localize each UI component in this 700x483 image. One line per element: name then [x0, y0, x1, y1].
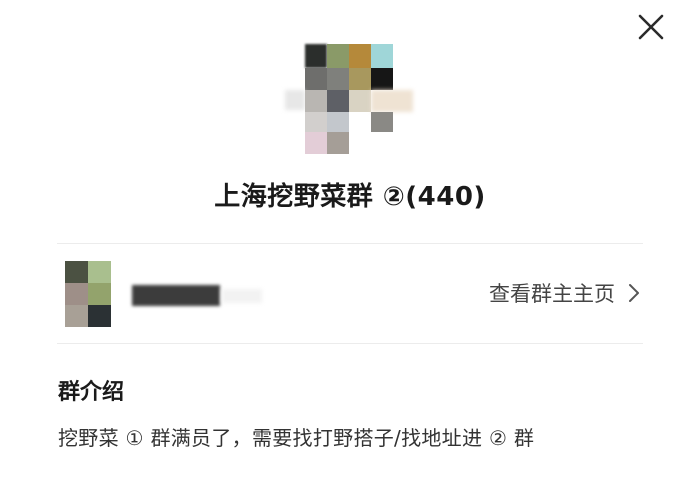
view-owner-homepage-link[interactable]: 查看群主主页	[489, 278, 641, 308]
divider-top	[57, 243, 643, 244]
close-icon	[638, 14, 664, 40]
chevron-right-icon	[629, 284, 639, 302]
group-info-dialog: 上海挖野菜群 ②(440) 查看群主主页 群介绍 挖野菜 ① 群满员了，需要找打…	[0, 0, 700, 483]
owner-avatar	[65, 261, 111, 327]
owner-name-redacted-tail	[222, 289, 262, 303]
group-intro-text: 挖野菜 ① 群满员了，需要找打野搭子/找地址进 ② 群	[58, 426, 535, 450]
close-button[interactable]	[632, 8, 670, 46]
group-intro-heading: 群介绍	[58, 380, 125, 405]
group-title: 上海挖野菜群 ②(440)	[214, 182, 486, 212]
group-avatar	[285, 42, 415, 160]
owner-name-redacted	[132, 285, 220, 306]
view-owner-homepage-label: 查看群主主页	[489, 282, 615, 306]
group-owner-row[interactable]: 查看群主主页	[57, 246, 643, 341]
divider-middle	[57, 343, 643, 344]
